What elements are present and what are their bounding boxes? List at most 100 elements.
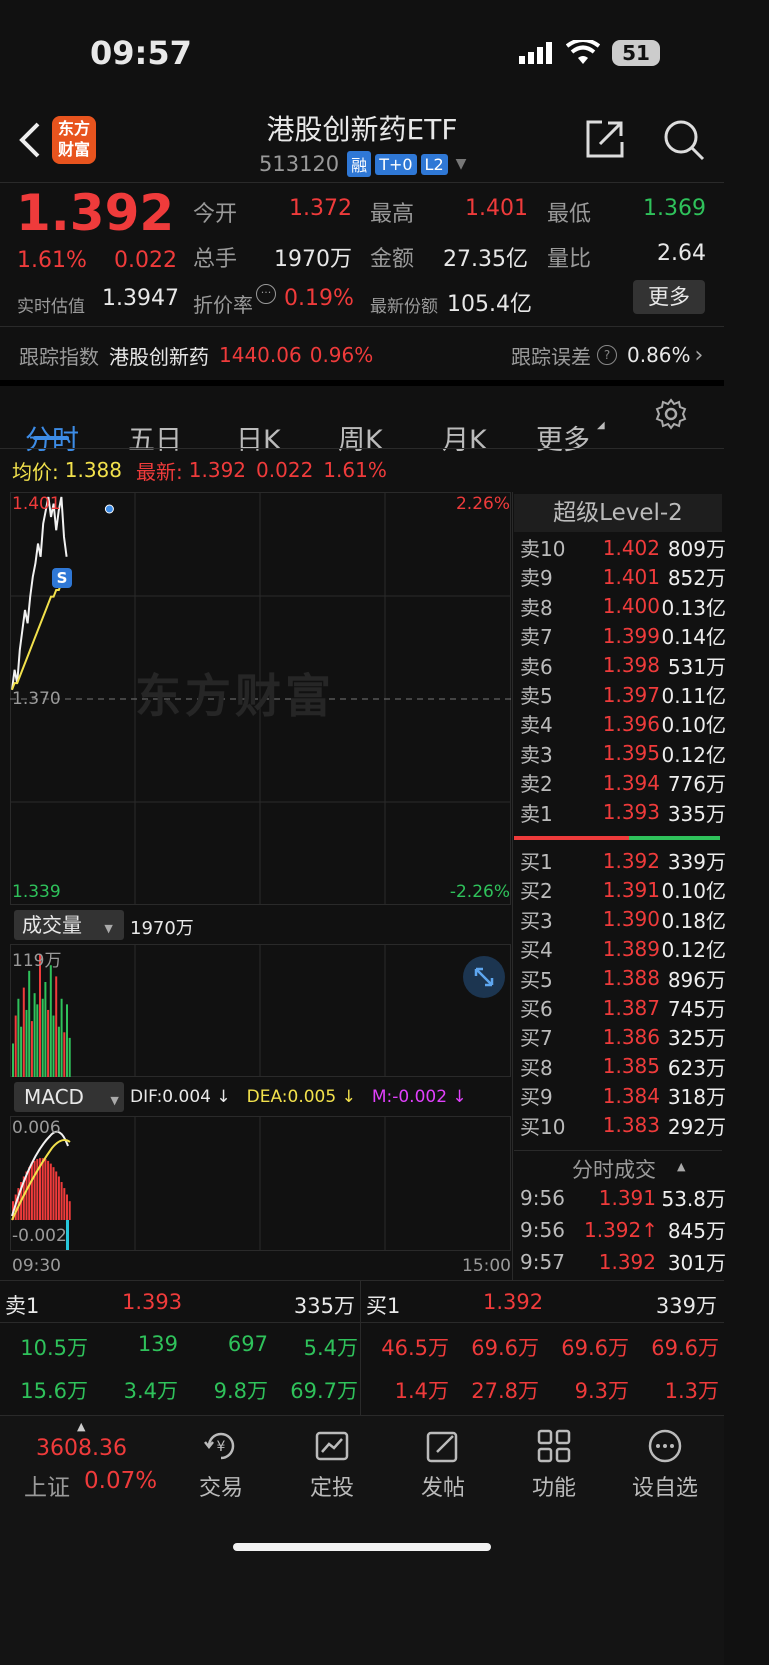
bid-level-label: 买2: [520, 879, 553, 904]
ask-price: 1.393: [602, 800, 660, 825]
field-value-open: 1.372: [289, 196, 352, 221]
macd-bar: [55, 1171, 58, 1220]
tick-volume: 845万: [667, 1219, 726, 1243]
bid-level-label: 买3: [520, 908, 553, 933]
volume-total: 1970万: [130, 918, 194, 939]
pct-tick-bottom: -2.26%: [449, 882, 510, 902]
bid-row[interactable]: 买6 1.387 745万: [520, 992, 730, 1023]
macd-bar: [63, 1188, 66, 1220]
expand-icon[interactable]: [463, 956, 505, 998]
bid-row[interactable]: 买5 1.388 896万: [520, 963, 730, 994]
volume-bar: [28, 970, 31, 1077]
bid-price: 1.391: [602, 877, 660, 902]
tracking-error-label: 跟踪误差: [511, 344, 591, 369]
chevron-right-icon: ›: [694, 342, 704, 368]
macd-chart: [10, 1116, 511, 1251]
nav-trade[interactable]: ¥ 交易: [166, 1428, 276, 1502]
bid-row[interactable]: 买10 1.383 292万: [520, 1110, 730, 1141]
volume-bar: [66, 1004, 68, 1077]
nav-post[interactable]: 发帖: [388, 1428, 498, 1502]
x-tick-end: 15:00: [462, 1256, 511, 1276]
y-tick-bottom: 1.339: [12, 882, 61, 902]
bid-price: 1.388: [602, 966, 660, 991]
macd-bottom-label: -0.002: [12, 1226, 67, 1246]
ask-row[interactable]: 卖6 1.398 531万: [520, 650, 730, 681]
battery-level: 51: [622, 41, 650, 65]
badge-t0: T+0: [375, 153, 417, 175]
ticks-title[interactable]: 分时成交: [572, 1154, 656, 1184]
volume-label: 成交量: [22, 913, 82, 937]
more-button[interactable]: 更多: [633, 280, 705, 314]
ask-row[interactable]: 卖4 1.396 0.10亿: [520, 708, 730, 739]
tab-monthly-k[interactable]: 月K: [442, 418, 487, 457]
tab-weekly-k[interactable]: 周K: [338, 418, 383, 457]
bid-row[interactable]: 买1 1.392 339万: [520, 845, 730, 876]
tracking-row[interactable]: 跟踪指数 港股创新药 1440.06 0.96%: [19, 340, 373, 370]
help-icon[interactable]: ?: [597, 345, 617, 365]
caret-up-icon: ▲: [677, 1160, 686, 1173]
gear-icon[interactable]: [655, 398, 687, 434]
bid-row[interactable]: 买3 1.390 0.18亿: [520, 904, 730, 935]
ask-row[interactable]: 卖8 1.400 0.13亿: [520, 591, 730, 622]
macd-top-label: 0.006: [12, 1118, 61, 1138]
ask-row[interactable]: 卖9 1.401 852万: [520, 561, 730, 592]
ask-row[interactable]: 卖7 1.399 0.14亿: [520, 620, 730, 651]
volume-bar: [22, 987, 25, 1077]
tab-daily-k[interactable]: 日K: [236, 418, 281, 457]
queue-cell: 5.4万: [303, 1336, 358, 1360]
ask-row[interactable]: 卖3 1.395 0.12亿: [520, 738, 730, 769]
bid-volume: 745万: [667, 997, 726, 1021]
latest-value: 1.392: [188, 458, 247, 482]
info-dots-icon[interactable]: ···: [256, 284, 276, 304]
nav-invest[interactable]: 定投: [277, 1428, 387, 1502]
ask-row[interactable]: 卖5 1.397 0.11亿: [520, 679, 730, 710]
avg-price-line: [11, 582, 67, 691]
bid-price: 1.390: [602, 907, 660, 932]
sell-signal-icon[interactable]: S: [52, 568, 72, 588]
trade-icon: ¥: [204, 1432, 235, 1460]
bid-row[interactable]: 买2 1.391 0.10亿: [520, 874, 730, 905]
post-icon: [426, 1431, 458, 1463]
caret-down-icon[interactable]: ▼: [456, 156, 467, 172]
tab-five-day[interactable]: 五日: [128, 418, 182, 457]
y-tick-mid: 1.370: [12, 689, 61, 709]
bid-volume: 325万: [667, 1026, 726, 1051]
queue-cell: 9.8万: [213, 1379, 268, 1403]
volume-bar: [60, 998, 63, 1077]
tick-time: 9:57: [520, 1249, 565, 1274]
field-label-low: 最低: [547, 202, 592, 227]
ask-volume: 0.13亿: [661, 595, 726, 620]
bid-row[interactable]: 买9 1.384 318万: [520, 1080, 730, 1111]
ask-level-label: 卖5: [520, 684, 553, 708]
change-pct: 1.61%: [17, 248, 87, 273]
share-icon[interactable]: [584, 118, 626, 164]
field-value-vol-ratio: 2.64: [657, 241, 706, 266]
bid-row[interactable]: 买8 1.385 623万: [520, 1051, 730, 1082]
bid-level-label: 买8: [520, 1055, 553, 1080]
change-abs: 0.022: [114, 248, 177, 273]
pct-tick-top: 2.26%: [455, 494, 510, 514]
nav-index-pct[interactable]: 0.07%: [84, 1468, 157, 1494]
tracking-label: 跟踪指数: [19, 344, 99, 369]
ask-level-label: 卖4: [520, 713, 553, 738]
queue-cell: 697: [227, 1332, 268, 1356]
nav-index-value[interactable]: 3608.36: [36, 1436, 127, 1461]
bid-row[interactable]: 买4 1.389 0.12亿: [520, 933, 730, 964]
search-icon[interactable]: [662, 118, 706, 166]
order-book-title[interactable]: 超级Level-2: [514, 494, 722, 532]
bid-level-label: 买4: [520, 938, 553, 963]
nav-index-name[interactable]: 上证: [24, 1468, 70, 1502]
nav-favorite[interactable]: 设自选: [610, 1428, 720, 1502]
bid-row[interactable]: 买7 1.386 325万: [520, 1021, 730, 1052]
invest-icon: [315, 1431, 349, 1461]
tab-more[interactable]: 更多: [536, 418, 590, 457]
ask-row[interactable]: 卖2 1.394 776万: [520, 767, 730, 798]
macd-selector[interactable]: MACD ▼: [14, 1082, 124, 1112]
favorite-icon: [648, 1429, 682, 1463]
ask-row[interactable]: 卖10 1.402 809万: [520, 532, 730, 563]
nav-trade-label: 交易: [198, 1476, 243, 1501]
nav-apps[interactable]: 功能: [499, 1428, 609, 1502]
ask-row[interactable]: 卖1 1.393 335万: [520, 797, 730, 828]
tracking-error-row[interactable]: 跟踪误差 ? 0.86% ›: [511, 340, 703, 370]
volume-selector[interactable]: 成交量 ▼: [14, 910, 124, 940]
